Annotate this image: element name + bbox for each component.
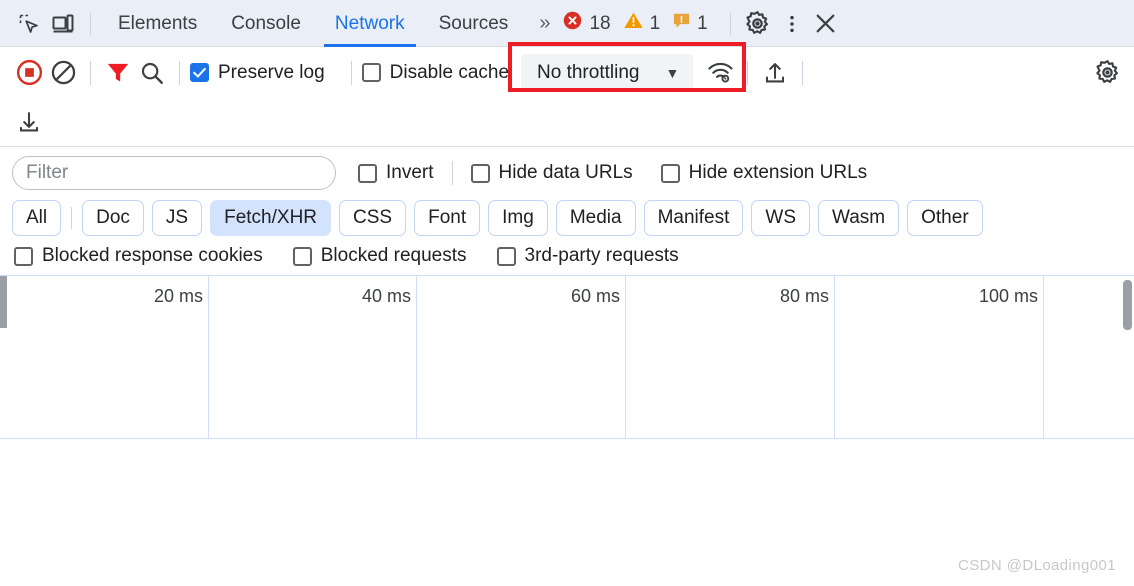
resource-type-filters: All Doc JS Fetch/XHR CSS Font Img Media … [0,194,1134,240]
type-filter-font[interactable]: Font [414,200,481,236]
gear-icon[interactable] [741,7,775,41]
search-icon[interactable] [135,56,169,90]
network-timeline-overview[interactable]: 20 ms 40 ms 60 ms 80 ms 100 ms [0,275,1134,439]
throttling-value: No throttling [537,61,640,83]
type-filter-media[interactable]: Media [555,200,636,236]
hide-extension-urls-box[interactable] [660,163,680,183]
type-filter-all[interactable]: All [12,200,62,236]
toolbar-divider-4 [747,60,749,85]
inspect-element-icon[interactable] [12,7,46,41]
type-filter-doc[interactable]: Doc [82,200,144,236]
gridline-60ms [625,276,626,438]
tab-network[interactable]: Network [318,0,422,47]
toolbar-divider-5 [802,60,804,85]
hide-data-urls-label: Hide data URLs [498,162,633,183]
watermark-text: CSDN @DLoading001 [958,557,1116,574]
filter-funnel-icon[interactable] [101,56,135,90]
preserve-log-label: Preserve log [218,61,325,83]
third-party-requests-label: 3rd-party requests [524,245,679,266]
invert-box[interactable] [358,163,377,183]
wifi-settings-icon[interactable] [703,56,737,90]
filter-divider [451,161,453,185]
blocked-response-cookies-box[interactable] [14,246,33,266]
tab-sources[interactable]: Sources [422,0,526,47]
chip-divider [71,207,73,229]
preserve-log-checkbox[interactable]: Preserve log [190,62,325,84]
kebab-menu-icon[interactable] [775,7,809,41]
preserve-log-box[interactable] [190,63,209,83]
info-message-icon[interactable] [672,11,691,36]
blocked-response-cookies-checkbox[interactable]: Blocked response cookies [14,245,263,267]
hide-data-urls-box[interactable] [470,163,490,183]
filter-bar: Invert Hide data URLs Hide extension URL… [0,147,1134,194]
invert-checkbox[interactable]: Invert [358,162,434,184]
throttling-area: No throttling ▼ [508,41,747,92]
type-filter-css[interactable]: CSS [339,200,407,236]
gridline-80ms [834,276,835,438]
gridline-20ms [208,276,209,438]
type-filter-wasm[interactable]: Wasm [818,200,900,236]
tabbar-divider-2 [729,11,731,36]
more-tabs-icon[interactable]: » [525,12,562,35]
warning-icon[interactable] [623,10,644,37]
tab-elements[interactable]: Elements [101,0,214,47]
overview-left-handle[interactable] [0,276,7,328]
throttling-select[interactable]: No throttling ▼ [521,53,694,92]
network-settings-gear-icon[interactable] [1090,56,1124,90]
upload-har-icon[interactable] [758,56,792,90]
tab-console[interactable]: Console [214,0,318,47]
invert-label: Invert [386,162,434,183]
gridline-100ms [1043,276,1044,438]
message-count: 1 [697,12,708,34]
network-toolbar: Preserve log Disable cache No throttling… [0,41,1134,147]
tabbar-divider [90,11,91,36]
hide-data-urls-checkbox[interactable]: Hide data URLs [470,162,633,184]
third-party-requests-box[interactable] [496,246,516,266]
blocked-requests-box[interactable] [292,246,312,266]
type-filter-fetch-xhr[interactable]: Fetch/XHR [210,200,332,236]
error-count: 18 [589,12,611,34]
tick-label-100ms: 100 ms [978,286,1038,306]
disable-cache-label: Disable cache [389,61,510,83]
type-filter-js[interactable]: JS [151,200,203,236]
issue-badges: 18 1 1 [562,10,719,37]
toolbar-divider-2 [179,60,180,85]
device-toolbar-icon[interactable] [46,7,80,41]
gridline-40ms [416,276,417,438]
chevron-down-icon: ▼ [665,64,680,81]
warning-count: 1 [649,12,661,34]
third-party-requests-checkbox[interactable]: 3rd-party requests [496,245,679,267]
toolbar-divider-3 [350,60,352,85]
record-stop-icon[interactable] [12,56,46,90]
type-filter-manifest[interactable]: Manifest [643,200,744,236]
type-filter-img[interactable]: Img [488,200,548,236]
hide-extension-urls-checkbox[interactable]: Hide extension URLs [660,162,868,184]
overview-scrollbar-thumb[interactable] [1123,280,1132,330]
block-filter-row: Blocked response cookies Blocked request… [0,240,1134,275]
type-filter-ws[interactable]: WS [751,200,810,236]
tick-label-60ms: 60 ms [570,286,620,306]
download-har-icon[interactable] [12,105,46,139]
devtools-tab-bar: Elements Console Network Sources » 18 1 [0,0,1134,47]
tick-label-40ms: 40 ms [361,286,411,306]
type-filter-other[interactable]: Other [907,200,983,236]
blocked-requests-checkbox[interactable]: Blocked requests [292,245,467,267]
hide-extension-urls-label: Hide extension URLs [688,162,868,183]
toolbar-divider-1 [90,60,91,85]
blocked-requests-label: Blocked requests [320,245,467,266]
tick-label-80ms: 80 ms [779,286,829,306]
filter-input[interactable] [12,156,336,190]
disable-cache-box[interactable] [361,63,381,83]
close-icon[interactable] [809,7,843,41]
blocked-response-cookies-label: Blocked response cookies [42,245,263,266]
tick-label-20ms: 20 ms [153,286,203,306]
error-icon[interactable] [562,10,583,37]
clear-network-log-icon[interactable] [46,56,80,90]
disable-cache-checkbox[interactable]: Disable cache [361,61,510,84]
